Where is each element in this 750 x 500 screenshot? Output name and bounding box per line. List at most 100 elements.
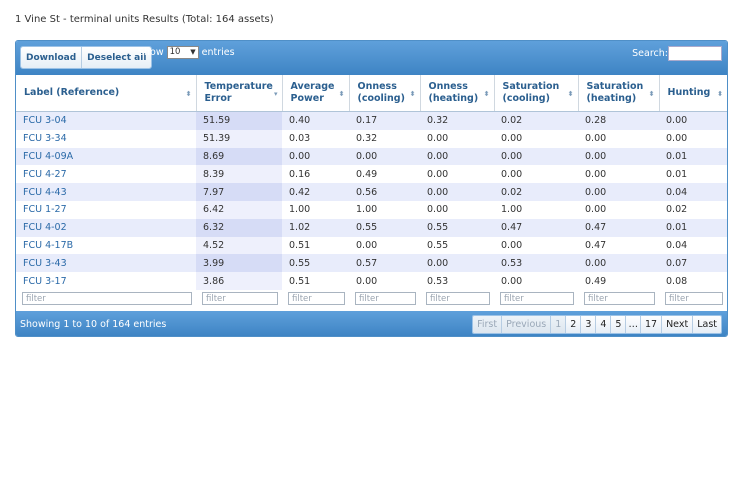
asset-label-link[interactable]: FCU 1-27 [16, 200, 196, 219]
filter-input-saturation-heating[interactable]: filter [584, 292, 655, 306]
table-row[interactable]: FCU 3-43 3.99 0.55 0.57 0.00 0.53 0.00 0… [16, 254, 727, 273]
table-row[interactable]: FCU 3-04 51.59 0.40 0.17 0.32 0.02 0.28 … [16, 111, 727, 130]
column-header-saturation-cooling[interactable]: Saturation (cooling) ⬍ [494, 75, 579, 112]
asset-label-link[interactable]: FCU 3-04 [16, 111, 196, 130]
first-page-button[interactable]: First [473, 316, 503, 333]
column-header-saturation-heating[interactable]: Saturation (heating) ⬍ [578, 75, 660, 112]
table-cell: 0.00 [578, 183, 659, 201]
table-row[interactable]: FCU 4-27 8.39 0.16 0.49 0.00 0.00 0.00 0… [16, 165, 727, 184]
sort-both-icon: ⬍ [483, 90, 490, 98]
filter-input-label[interactable]: filter [22, 292, 192, 306]
page-button-5[interactable]: 5 [611, 316, 627, 333]
table-cell: 0.40 [282, 111, 349, 130]
table-cell: 0.02 [494, 111, 578, 130]
asset-label-link[interactable]: FCU 3-43 [16, 254, 196, 273]
table-cell: 0.42 [282, 183, 349, 201]
table-cell: 0.55 [420, 218, 494, 237]
next-page-button[interactable]: Next [662, 316, 694, 333]
table-cell: 0.01 [659, 147, 727, 166]
table-cell: 1.00 [494, 200, 578, 219]
table-cell: 8.39 [196, 165, 282, 184]
table-cell: 0.32 [420, 111, 494, 130]
table-cell: 0.47 [494, 218, 578, 237]
table-cell: 0.00 [659, 129, 727, 148]
filter-input-saturation-cooling[interactable]: filter [500, 292, 574, 306]
table-cell: 0.00 [420, 200, 494, 219]
table-cell: 1.02 [282, 218, 349, 237]
page-button-17[interactable]: 17 [640, 316, 663, 333]
filter-input-onness-heating[interactable]: filter [426, 292, 490, 306]
table-row[interactable]: FCU 3-17 3.86 0.51 0.00 0.53 0.00 0.49 0… [16, 272, 727, 290]
table-cell: 0.00 [420, 254, 494, 273]
asset-label-link[interactable]: FCU 3-34 [16, 129, 196, 148]
table-cell: 0.53 [494, 254, 578, 273]
table-cell: 51.39 [196, 129, 282, 148]
sort-desc-icon: ▾ [273, 90, 278, 98]
column-header-hunting[interactable]: Hunting ⬍ [659, 75, 727, 112]
asset-label-link[interactable]: FCU 4-27 [16, 165, 196, 184]
table-cell: 0.02 [659, 200, 727, 219]
table-row[interactable]: FCU 4-17B 4.52 0.51 0.00 0.55 0.00 0.47 … [16, 236, 727, 255]
table-cell: 6.32 [196, 218, 282, 237]
asset-label-link[interactable]: FCU 4-02 [16, 218, 196, 237]
table-cell: 0.00 [578, 254, 659, 273]
filter-input-onness-cooling[interactable]: filter [355, 292, 416, 306]
filter-input-hunting[interactable]: filter [665, 292, 723, 306]
table-cell: 0.47 [578, 218, 659, 237]
table-toolbar: Download Deselect all Show 10 ▼ entries … [16, 41, 727, 75]
search-input[interactable] [668, 46, 722, 61]
column-header-average-power[interactable]: Average Power ⬍ [282, 75, 350, 112]
download-button[interactable]: Download [21, 47, 83, 68]
table-row[interactable]: FCU 4-43 7.97 0.42 0.56 0.00 0.02 0.00 0… [16, 183, 727, 201]
page-button-2[interactable]: 2 [566, 316, 582, 333]
page-size-select[interactable]: 10 ▼ [166, 46, 199, 59]
pagination-ellipsis: … [626, 316, 641, 333]
table-cell: 0.00 [659, 111, 727, 130]
table-row[interactable]: FCU 4-09A 8.69 0.00 0.00 0.00 0.00 0.00 … [16, 147, 727, 166]
table-cell: 0.00 [349, 272, 420, 290]
header-row: Label (Reference) ⬍ Temperature Error ▾ Av… [16, 75, 727, 112]
last-page-button[interactable]: Last [693, 316, 721, 333]
results-table: Label (Reference) ⬍ Temperature Error ▾ Av… [16, 75, 727, 308]
table-row[interactable]: FCU 3-34 51.39 0.03 0.32 0.00 0.00 0.00 … [16, 129, 727, 148]
filter-input-temperature-error[interactable]: filter [202, 292, 278, 306]
sort-both-icon: ⬍ [409, 90, 416, 98]
entries-label: entries [201, 47, 235, 58]
table-cell: 0.00 [349, 147, 420, 166]
asset-label-link[interactable]: FCU 4-43 [16, 183, 196, 201]
page-button-4[interactable]: 4 [596, 316, 612, 333]
table-cell: 0.32 [349, 129, 420, 148]
table-cell: 8.69 [196, 147, 282, 166]
table-row[interactable]: FCU 4-02 6.32 1.02 0.55 0.55 0.47 0.47 0… [16, 218, 727, 237]
table-cell: 0.00 [494, 236, 578, 255]
search-control: Search: [632, 46, 722, 61]
table-cell: 0.00 [349, 236, 420, 255]
asset-label-link[interactable]: FCU 3-17 [16, 272, 196, 290]
table-cell: 0.00 [578, 165, 659, 184]
filter-row: filter filter filter filter filter filte… [16, 289, 727, 308]
table-cell: 7.97 [196, 183, 282, 201]
sort-both-icon: ⬍ [338, 90, 345, 98]
column-header-onness-heating[interactable]: Onness (heating) ⬍ [420, 75, 495, 112]
asset-label-link[interactable]: FCU 4-17B [16, 236, 196, 255]
column-header-onness-cooling[interactable]: Onness (cooling) ⬍ [349, 75, 421, 112]
table-row[interactable]: FCU 1-27 6.42 1.00 1.00 0.00 1.00 0.00 0… [16, 200, 727, 219]
table-cell: 0.03 [282, 129, 349, 148]
sort-both-icon: ⬍ [717, 90, 723, 98]
column-header-label[interactable]: Label (Reference) ⬍ [16, 75, 197, 112]
page-size-value: 10 [169, 47, 181, 57]
table-cell: 51.59 [196, 111, 282, 130]
asset-label-link[interactable]: FCU 4-09A [16, 147, 196, 166]
table-cell: 0.56 [349, 183, 420, 201]
table-cell: 0.00 [420, 183, 494, 201]
table-cell: 0.28 [578, 111, 659, 130]
table-cell: 0.01 [659, 218, 727, 237]
table-cell: 1.00 [349, 200, 420, 219]
sort-both-icon: ⬍ [185, 90, 192, 98]
page-button-1[interactable]: 1 [551, 316, 567, 333]
search-label: Search: [632, 48, 668, 59]
page-button-3[interactable]: 3 [581, 316, 597, 333]
column-header-temperature-error[interactable]: Temperature Error ▾ [196, 75, 283, 112]
filter-input-average-power[interactable]: filter [288, 292, 345, 306]
previous-page-button[interactable]: Previous [502, 316, 552, 333]
